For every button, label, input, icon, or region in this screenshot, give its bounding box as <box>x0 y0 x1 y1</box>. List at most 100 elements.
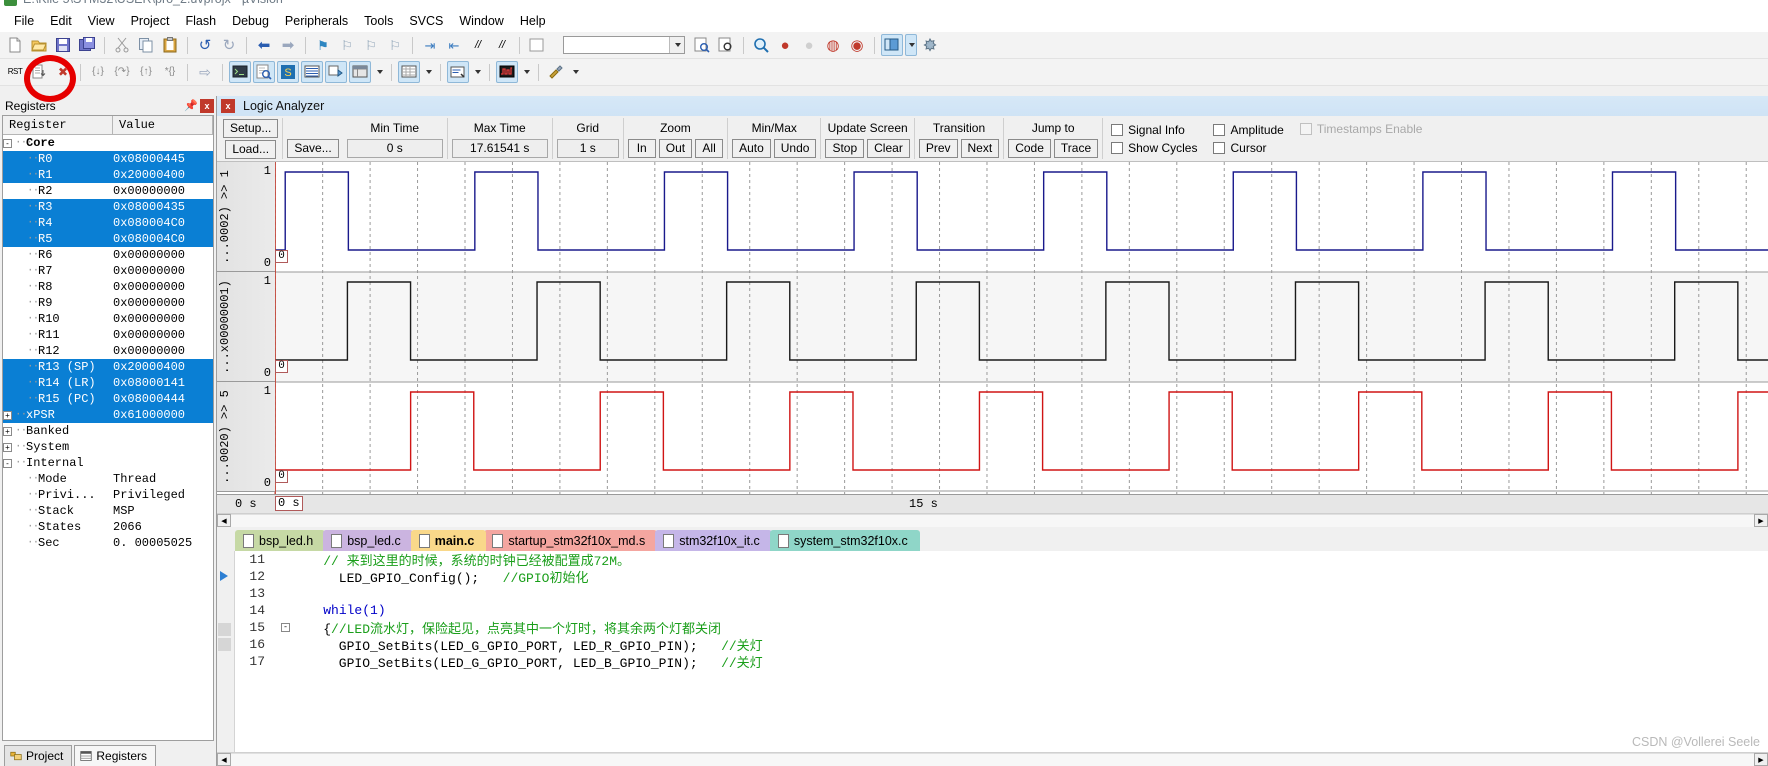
window-layout-icon[interactable] <box>881 34 903 56</box>
editor-tab-stm32f10x-it-c[interactable]: stm32f10x_it.c <box>655 530 772 551</box>
max-time-value[interactable]: 17.61541 s <box>451 139 548 158</box>
register-row[interactable]: ··· R15 (PC) 0x08000444 <box>3 391 213 407</box>
register-value[interactable]: Thread <box>113 472 213 486</box>
zoom-all-button[interactable]: All <box>695 139 724 158</box>
code-body[interactable]: 11 // 来到这里的时候，系统的时钟已经被配置成72M。 12 LED_GPIO… <box>235 551 1768 752</box>
find-in-files-icon[interactable] <box>691 34 713 56</box>
register-value[interactable]: 0x080004C0 <box>113 216 213 230</box>
scroll-left-icon[interactable]: ◀ <box>217 514 231 527</box>
pane-tab-registers[interactable]: Registers <box>74 745 157 766</box>
scrollbar-track[interactable] <box>231 514 1754 527</box>
code-line[interactable]: 11 // 来到这里的时候，系统的时钟已经被配置成72M。 <box>235 551 1768 569</box>
symbols-window-icon[interactable]: S <box>277 61 299 83</box>
register-row[interactable]: ··· R14 (LR) 0x08000141 <box>3 375 213 391</box>
minmax-auto-button[interactable]: Auto <box>732 139 771 158</box>
scroll-right-icon[interactable]: ▶ <box>1754 753 1768 766</box>
waveform-canvas[interactable]: ...0002) >> 1 1 0 ...x00000001) 1 0 ...0020) >… <box>217 162 1768 494</box>
collapse-toggle-icon[interactable]: - <box>3 138 12 148</box>
register-row[interactable]: ··· Stack MSP <box>3 503 213 519</box>
register-value[interactable]: 0x61000000 <box>113 408 213 422</box>
menu-item-window[interactable]: Window <box>451 11 511 31</box>
menu-item-svcs[interactable]: SVCS <box>401 11 451 31</box>
register-row[interactable]: ··· R11 0x00000000 <box>3 327 213 343</box>
menu-item-help[interactable]: Help <box>512 11 554 31</box>
code-line[interactable]: 14 while(1) <box>235 602 1768 619</box>
run-to-cursor-icon[interactable]: *{} <box>159 61 181 83</box>
editor-tab-bsp-led-h[interactable]: bsp_led.h <box>235 530 326 551</box>
register-row[interactable]: + ··· System <box>3 439 213 455</box>
disable-all-breakpoints-icon[interactable]: ◍ <box>822 34 844 56</box>
register-value[interactable]: 0x00000000 <box>113 296 213 310</box>
jump-code-button[interactable]: Code <box>1008 139 1051 158</box>
watch-window-dropdown-icon[interactable] <box>373 61 385 83</box>
redo-icon[interactable]: ↻ <box>218 34 240 56</box>
column-header-register[interactable]: Register <box>3 116 113 134</box>
register-value[interactable]: Privileged <box>113 488 213 502</box>
command-window-icon[interactable] <box>229 61 251 83</box>
cursor-checkbox[interactable]: Cursor <box>1213 141 1283 155</box>
bookmark-toggle-icon[interactable]: ⚑ <box>312 34 334 56</box>
track-label-0[interactable]: ...0002) >> 1 1 0 <box>217 162 275 272</box>
register-row[interactable]: + ··· xPSR 0x61000000 <box>3 407 213 423</box>
registers-window-icon[interactable] <box>301 61 323 83</box>
disassembly-window-icon[interactable] <box>253 61 275 83</box>
register-value[interactable]: 0x00000000 <box>113 280 213 294</box>
chevron-down-icon[interactable] <box>669 37 684 53</box>
configuration-wizard-icon[interactable] <box>919 34 941 56</box>
register-row[interactable]: - ··· Internal <box>3 455 213 471</box>
registers-table[interactable]: Register Value - ··· Core ··· R0 0x08000445 ··… <box>2 115 214 741</box>
menu-item-file[interactable]: File <box>6 11 42 31</box>
register-row[interactable]: ··· R7 0x00000000 <box>3 263 213 279</box>
code-line[interactable]: 17 GPIO_SetBits(LED_G_GPIO_PORT, LED_B_G… <box>235 653 1768 671</box>
register-value[interactable]: 2066 <box>113 520 213 534</box>
register-value[interactable]: 0x08000435 <box>113 200 213 214</box>
code-line[interactable]: 13 <box>235 585 1768 602</box>
analysis-window-icon[interactable] <box>496 61 518 83</box>
incremental-find-icon[interactable] <box>715 34 737 56</box>
code-line[interactable]: 15- {//LED流水灯，保险起见，点亮其中一个灯时，将其余两个灯都关闭 <box>235 619 1768 637</box>
register-value[interactable]: 0x00000000 <box>113 344 213 358</box>
find-icon[interactable] <box>526 34 548 56</box>
register-row[interactable]: ··· R3 0x08000435 <box>3 199 213 215</box>
trace-window-icon[interactable] <box>545 61 567 83</box>
minmax-undo-button[interactable]: Undo <box>773 139 817 158</box>
register-value[interactable]: MSP <box>113 504 213 518</box>
serial-window-dropdown-icon[interactable] <box>471 61 483 83</box>
menu-item-tools[interactable]: Tools <box>356 11 401 31</box>
checkbox-box[interactable] <box>1111 141 1124 154</box>
uncomment-icon[interactable]: // <box>491 34 513 56</box>
expand-toggle-icon[interactable]: + <box>3 426 12 436</box>
register-row[interactable]: ··· R6 0x00000000 <box>3 247 213 263</box>
jump-trace-button[interactable]: Trace <box>1053 139 1099 158</box>
register-value[interactable]: 0x00000000 <box>113 184 213 198</box>
code-line[interactable]: 12 LED_GPIO_Config(); //GPIO初始化 <box>235 568 1768 586</box>
show-cycles-checkbox[interactable]: Show Cycles <box>1111 141 1197 155</box>
paste-icon[interactable] <box>159 34 181 56</box>
search-input[interactable] <box>563 36 685 54</box>
close-icon[interactable]: x <box>200 98 214 113</box>
update-clear-button[interactable]: Clear <box>867 139 910 158</box>
code-line[interactable]: 16 GPIO_SetBits(LED_G_GPIO_PORT, LED_R_G… <box>235 636 1768 654</box>
run-to-main-icon[interactable] <box>28 61 50 83</box>
track-label-2[interactable]: ...0020) >> 5 1 0 <box>217 382 275 492</box>
code-fold-toggle-icon[interactable]: - <box>281 623 290 632</box>
bookmark-next-icon[interactable]: ⚐ <box>360 34 382 56</box>
bookmark-clear-icon[interactable]: ⚐ <box>384 34 406 56</box>
register-row[interactable]: ··· R12 0x00000000 <box>3 343 213 359</box>
register-row[interactable]: + ··· Banked <box>3 423 213 439</box>
editor-tab-startup-stm32f10x-md-s[interactable]: startup_stm32f10x_md.s <box>484 530 658 551</box>
menu-item-edit[interactable]: Edit <box>42 11 80 31</box>
trace-window-dropdown-icon[interactable] <box>569 61 581 83</box>
register-value[interactable]: 0x20000400 <box>113 168 213 182</box>
kill-all-breakpoints-icon[interactable]: ◉ <box>846 34 868 56</box>
insert-breakpoint-icon[interactable]: ● <box>774 34 796 56</box>
editor-tab-bsp-led-c[interactable]: bsp_led.c <box>323 530 413 551</box>
memory-window-icon[interactable] <box>398 61 420 83</box>
register-value[interactable]: 0x00000000 <box>113 328 213 342</box>
comment-icon[interactable]: // <box>467 34 489 56</box>
menu-item-flash[interactable]: Flash <box>177 11 224 31</box>
save-icon[interactable] <box>52 34 74 56</box>
register-row[interactable]: ··· R4 0x080004C0 <box>3 215 213 231</box>
register-value[interactable]: 0x08000445 <box>113 152 213 166</box>
register-value[interactable]: 0x00000000 <box>113 312 213 326</box>
